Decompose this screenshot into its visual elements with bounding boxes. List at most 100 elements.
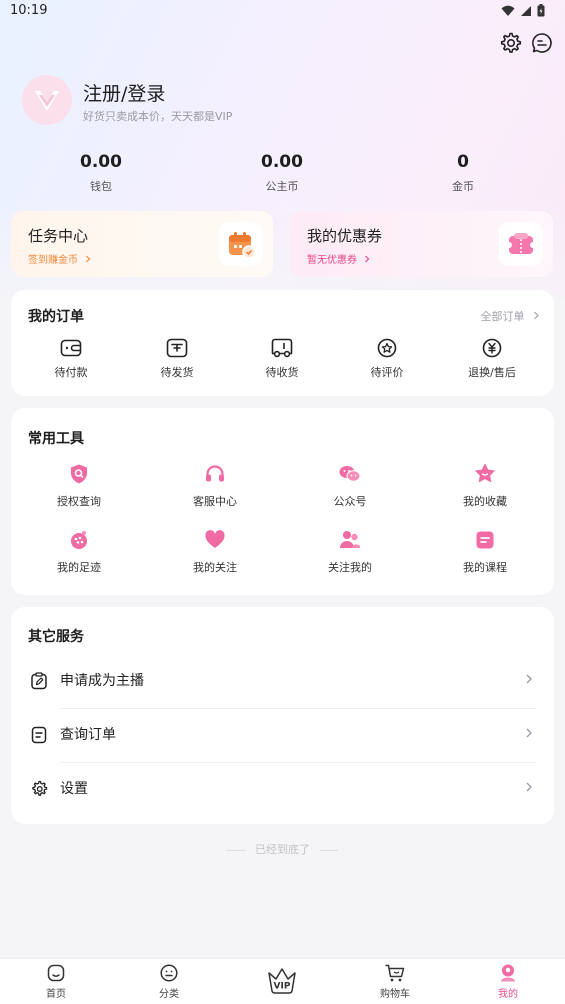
truck-icon: [271, 338, 293, 358]
tab-label: 首页: [46, 989, 66, 1000]
vip-crown-icon: VIP: [268, 968, 296, 994]
end-of-list-note: 已经到底了: [0, 841, 565, 857]
order-pending-shipment[interactable]: 待发货: [127, 338, 227, 380]
apply-icon: [31, 672, 47, 690]
coupon-sub-label: 暂无优惠券: [307, 255, 357, 266]
tool-my-follows[interactable]: 我的关注: [155, 529, 275, 575]
box-icon: [166, 338, 188, 358]
order-refund-aftersale[interactable]: 退换/售后: [442, 338, 542, 380]
signal-icon: [521, 5, 531, 16]
stat-label: 金币: [452, 180, 474, 193]
status-icons: [501, 4, 545, 17]
all-orders-label: 全部订单: [480, 310, 525, 323]
divider: [227, 849, 245, 851]
review-icon: [377, 338, 397, 358]
coupon-title: 我的优惠券: [307, 227, 383, 245]
chevron-right-icon: [526, 782, 532, 792]
login-register-link[interactable]: 注册/登录: [83, 79, 165, 106]
message-icon[interactable]: [530, 31, 554, 55]
my-coupon-card[interactable]: 我的优惠券 暂无优惠券: [290, 211, 553, 277]
tool-my-courses[interactable]: 我的课程: [425, 529, 545, 575]
star-icon: [475, 463, 495, 483]
order-pending-payment[interactable]: 待付款: [21, 338, 121, 380]
orders-title: 我的订单: [28, 309, 84, 325]
heart-icon: [205, 530, 225, 548]
service-query-order[interactable]: 查询订单: [28, 708, 537, 762]
tab-vip[interactable]: VIP: [237, 967, 327, 995]
order-item-label: 待收货: [265, 366, 299, 379]
headset-icon: [206, 465, 224, 482]
stat-label: 钱包: [90, 180, 112, 193]
tab-label: 购物车: [380, 989, 410, 1000]
chevron-right-icon: [86, 255, 91, 263]
wings-logo-icon: [35, 91, 59, 111]
service-apply-streamer[interactable]: 申请成为主播: [28, 654, 537, 708]
tab-category[interactable]: 分类: [124, 963, 214, 1000]
services-card: 其它服务 申请成为主播 查询订单 设置: [11, 607, 554, 824]
tool-label: 我的关注: [193, 561, 237, 574]
tools-title: 常用工具: [28, 431, 84, 447]
stat-wallet[interactable]: 0.00 钱包: [41, 152, 161, 194]
gear-icon: [32, 780, 48, 796]
category-icon: [160, 964, 178, 982]
tool-my-footprint[interactable]: 我的足迹: [19, 529, 139, 575]
tab-home[interactable]: 首页: [11, 963, 101, 1000]
tool-my-favorites[interactable]: 我的收藏: [425, 463, 545, 509]
tool-label: 我的课程: [463, 561, 507, 574]
profile-icon: [501, 964, 515, 982]
services-title: 其它服务: [28, 629, 84, 645]
service-label: 设置: [60, 781, 88, 797]
order-item-label: 待发货: [160, 366, 194, 379]
stat-label: 公主币: [265, 180, 299, 193]
tool-label: 公众号: [333, 495, 367, 508]
tool-label: 我的足迹: [57, 561, 101, 574]
service-label: 申请成为主播: [60, 673, 144, 689]
order-pending-receipt[interactable]: 待收货: [232, 338, 332, 380]
order-pending-review[interactable]: 待评价: [337, 338, 437, 380]
course-icon: [476, 531, 494, 549]
tool-label: 客服中心: [193, 495, 237, 508]
cart-icon: [385, 964, 405, 982]
calendar-check-icon: [219, 222, 263, 266]
service-settings[interactable]: 设置: [28, 762, 537, 816]
shield-search-icon: [71, 464, 87, 484]
all-orders-link[interactable]: 全部订单: [481, 308, 541, 324]
stat-value: 0.00: [80, 152, 122, 172]
tab-cart[interactable]: 购物车: [350, 963, 440, 1000]
refund-icon: [482, 338, 502, 358]
stat-gold-coin[interactable]: 0 金币: [403, 152, 523, 194]
chevron-right-icon: [365, 255, 370, 263]
stat-value: 0.00: [261, 152, 303, 172]
battery-icon: [537, 4, 545, 17]
divider: [320, 849, 338, 851]
service-label: 查询订单: [60, 727, 116, 743]
avatar[interactable]: [22, 75, 72, 125]
bottom-tab-bar: 首页 分类 VIP 购物车 我的: [0, 958, 565, 1004]
tab-label: 分类: [159, 989, 179, 1000]
task-center-sub: 签到赚金币: [28, 251, 92, 266]
task-center-card[interactable]: 任务中心 签到赚金币: [11, 211, 273, 277]
tool-label: 授权查询: [57, 495, 101, 508]
tab-mine[interactable]: 我的: [463, 963, 553, 1000]
orders-card: 我的订单 全部订单 待付款 待发货 待收货 待评价 退换/售后: [11, 290, 554, 396]
coupon-ticket-icon: [499, 222, 543, 266]
stat-princess-coin[interactable]: 0.00 公主币: [222, 152, 342, 194]
wifi-icon: [501, 5, 515, 16]
profile-slogan: 好货只卖成本价，天天都是VIP: [83, 110, 233, 123]
tool-label: 我的收藏: [463, 495, 507, 508]
tool-followers[interactable]: 关注我的: [290, 529, 410, 575]
tools-card: 常用工具 授权查询 客服中心 公众号 我的收藏 我的足迹 我的关注 关注我的 我…: [11, 408, 554, 595]
chevron-right-icon: [526, 728, 532, 738]
tool-official-account[interactable]: 公众号: [290, 463, 410, 509]
coupon-sub: 暂无优惠券: [307, 251, 371, 266]
task-center-sub-label: 签到赚金币: [28, 255, 78, 266]
users-icon: [340, 531, 360, 548]
tool-customer-service[interactable]: 客服中心: [155, 463, 275, 509]
chevron-right-icon: [526, 674, 532, 684]
tool-label: 关注我的: [328, 561, 372, 574]
home-icon: [47, 964, 65, 982]
order-query-icon: [31, 726, 47, 744]
tab-label: 我的: [498, 989, 518, 1000]
settings-gear-icon[interactable]: [498, 31, 522, 55]
tool-auth-query[interactable]: 授权查询: [19, 463, 139, 509]
